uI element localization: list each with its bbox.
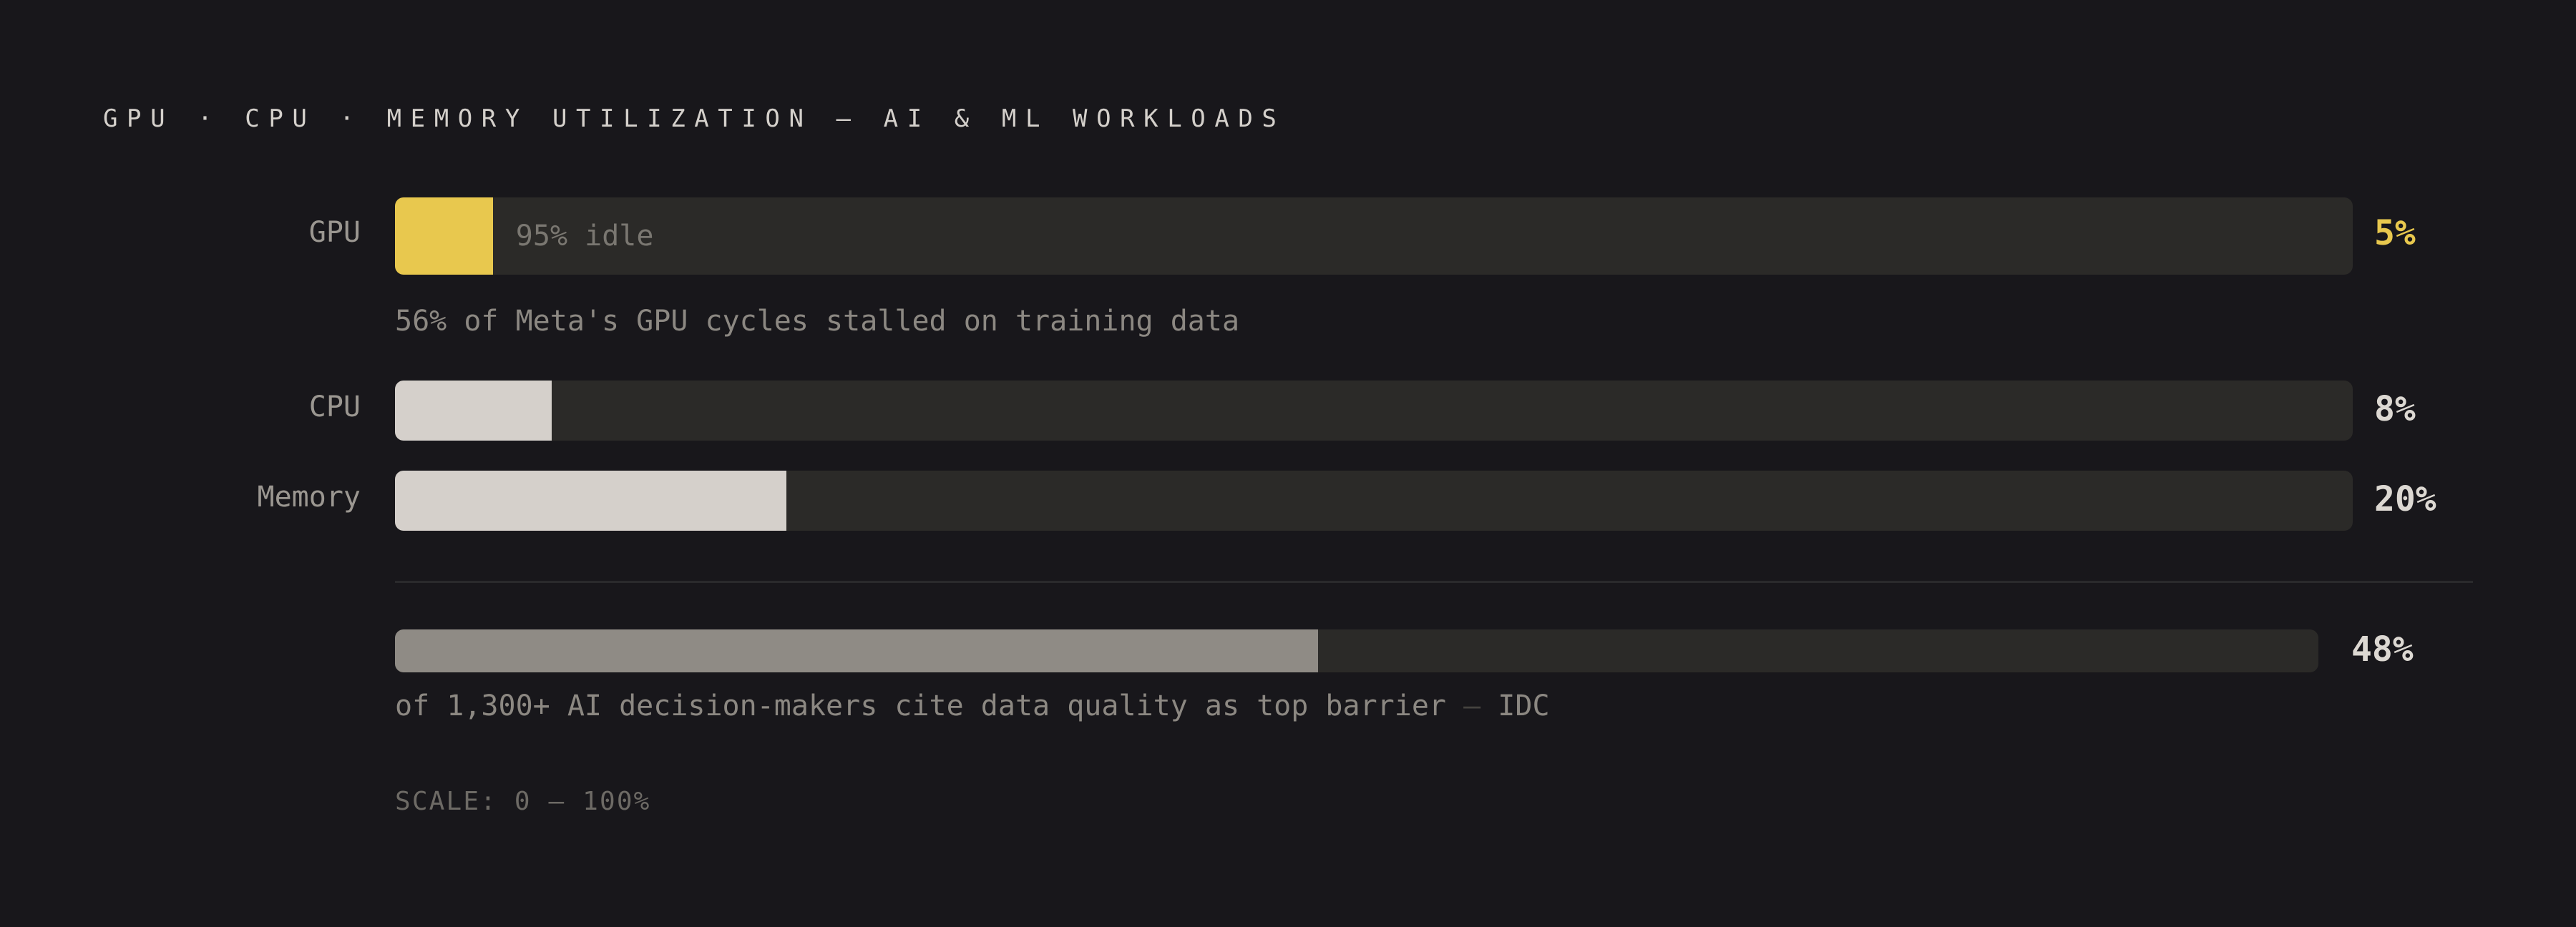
- stat-note-text: of 1,300+ AI decision-makers cite data q…: [395, 690, 1447, 722]
- value-label-memory: 20%: [2374, 479, 2436, 519]
- divider: [395, 581, 2473, 583]
- bar-label-cpu: CPU: [308, 391, 361, 423]
- stat-bar-track: [395, 629, 2318, 672]
- value-label-gpu: 5%: [2374, 213, 2416, 253]
- bar-memory: [395, 471, 787, 531]
- stat-note-source: IDC: [1498, 690, 1550, 722]
- gpu-note: 56% of Meta's GPU cycles stalled on trai…: [395, 305, 1240, 338]
- gpu-idle-label: 95% idle: [515, 220, 654, 252]
- bar-track-cpu: [395, 381, 2353, 441]
- stat-bar: [395, 629, 1319, 672]
- stat-note-dash: —: [1463, 690, 1481, 722]
- value-label-cpu: 8%: [2374, 389, 2416, 429]
- bar-label-gpu: GPU: [308, 216, 361, 249]
- stat-value-label: 48%: [2351, 629, 2414, 670]
- bar-track-memory: [395, 471, 2353, 531]
- stat-note: of 1,300+ AI decision-makers cite data q…: [395, 690, 1550, 722]
- bar-track-gpu: 95% idle: [395, 197, 2353, 275]
- bar-cpu: [395, 381, 552, 441]
- bar-gpu: [395, 197, 493, 275]
- chart-title: GPU · CPU · MEMORY UTILIZATION — AI & ML…: [103, 104, 1286, 133]
- scale-label: SCALE: 0 — 100%: [395, 787, 651, 816]
- bar-label-memory: Memory: [257, 481, 361, 514]
